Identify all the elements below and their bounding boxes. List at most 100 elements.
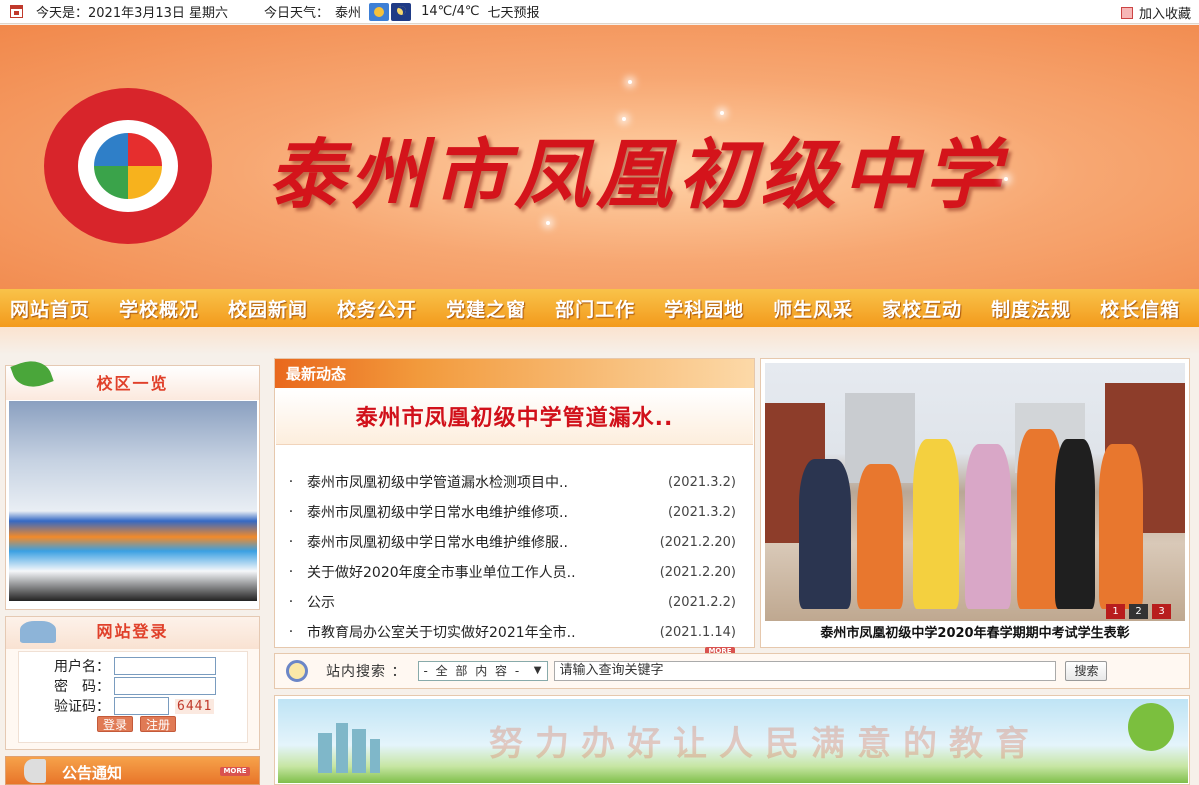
- sparkle-decoration: [1004, 177, 1008, 181]
- bullet: ·: [288, 474, 294, 490]
- photo-person: [1099, 444, 1143, 609]
- login-form: 用户名： 密 码： 验证码： 6441 登录 注册: [18, 651, 248, 743]
- news-title[interactable]: 泰州市凤凰初级中学管道漏水检测项目中..: [307, 472, 644, 492]
- bullet: ·: [288, 564, 294, 580]
- speaker-icon: [24, 759, 46, 783]
- photo-showcase-panel: 1 2 3 泰州市凤凰初级中学2020年春学期期中考试学生表彰: [760, 358, 1190, 648]
- slogan-text: 努力办好让人民满意的教育: [489, 724, 1041, 764]
- nav-teacher-student[interactable]: 师生风采: [760, 295, 866, 322]
- news-date: (2021.2.20): [659, 564, 736, 580]
- top-info-bar: 今天是：2021年3月13日 星期六 今日天气： 泰州 14℃/4℃ 七天预报 …: [0, 0, 1199, 24]
- tree-icon: [1128, 703, 1174, 751]
- nav-school-overview[interactable]: 学校概况: [106, 295, 212, 322]
- photo-person: [799, 459, 851, 609]
- search-icon: [286, 660, 308, 682]
- seven-day-forecast-link[interactable]: 七天预报: [487, 2, 539, 21]
- news-date: (2021.1.14): [659, 624, 736, 640]
- city-tower: [318, 733, 332, 773]
- nav-home-school[interactable]: 家校互动: [869, 295, 975, 322]
- captcha-label: 验证码：: [54, 699, 110, 715]
- username-row: 用户名：: [19, 656, 216, 676]
- photo-person: [913, 439, 959, 609]
- news-date: (2021.2.20): [659, 534, 736, 550]
- nav-subject-garden[interactable]: 学科园地: [651, 295, 757, 322]
- photo-person: [965, 444, 1011, 609]
- news-tab-bar: 最新动态: [275, 359, 754, 388]
- temperature: 14℃/4℃: [421, 4, 480, 19]
- notice-panel-header: 公告通知 MORE: [5, 756, 260, 785]
- search-label: 站内搜索 ：: [326, 664, 407, 680]
- sparkle-decoration: [622, 117, 626, 121]
- chevron-down-icon: ▼: [533, 665, 544, 676]
- notice-more-button[interactable]: MORE: [220, 767, 250, 776]
- news-item[interactable]: · 市教育局办公室关于切实做好2021年全市.. (2021.1.14): [275, 617, 754, 647]
- search-button[interactable]: 搜索: [1065, 661, 1108, 681]
- search-input[interactable]: 请输入查询关键字: [554, 661, 1057, 681]
- username-input[interactable]: [114, 657, 216, 675]
- tab-latest-news[interactable]: 最新动态: [275, 359, 437, 388]
- latest-news-panel: 最新动态 泰州市凤凰初级中学管道漏水.. · 泰州市凤凰初级中学管道漏水检测项目中…: [274, 358, 755, 656]
- news-title[interactable]: 泰州市凤凰初级中学日常水电维护维修服..: [307, 532, 644, 552]
- sparkle-decoration: [720, 111, 724, 115]
- site-search-bar: 站内搜索 ： - 全 部 内 容 - ▼ 请输入查询关键字 搜索: [274, 653, 1190, 689]
- news-title[interactable]: 泰州市凤凰初级中学日常水电维护维修项..: [307, 502, 644, 522]
- weather-city: 泰州: [335, 6, 362, 21]
- news-item[interactable]: · 公示 (2021.2.2): [275, 587, 754, 617]
- password-label: 密 码：: [54, 679, 110, 695]
- leaf-icon: [10, 354, 54, 394]
- news-headline[interactable]: 泰州市凤凰初级中学管道漏水..: [276, 390, 753, 445]
- bullet: ·: [288, 594, 294, 610]
- news-item[interactable]: · 泰州市凤凰初级中学日常水电维护维修项.. (2021.3.2): [275, 497, 754, 527]
- campus-photo-cafeteria[interactable]: [9, 401, 257, 601]
- city-tower: [352, 729, 366, 773]
- login-button[interactable]: 登录: [97, 716, 134, 732]
- username-label: 用户名：: [54, 659, 110, 675]
- showcase-caption[interactable]: 泰州市凤凰初级中学2020年春学期期中考试学生表彰: [761, 622, 1189, 641]
- showcase-photo[interactable]: [765, 363, 1185, 621]
- phoenix-emblem-icon: [94, 133, 162, 199]
- favorite-icon: [1120, 6, 1133, 19]
- nav-principal-mailbox[interactable]: 校长信箱: [1087, 295, 1193, 322]
- add-favorite-link[interactable]: 加入收藏: [1120, 3, 1191, 22]
- city-tower: [370, 739, 380, 773]
- add-favorite-label: 加入收藏: [1138, 7, 1191, 22]
- password-row: 密 码：: [19, 676, 216, 696]
- captcha-input[interactable]: [114, 697, 169, 715]
- slogan-banner: 努力办好让人民满意的教育: [274, 695, 1190, 785]
- night-cloud-icon: [391, 2, 412, 21]
- nav-party-building[interactable]: 党建之窗: [433, 295, 539, 322]
- bullet: ·: [288, 624, 294, 640]
- news-item[interactable]: · 泰州市凤凰初级中学管道漏水检测项目中.. (2021.3.2): [275, 467, 754, 497]
- campus-overview-panel: 校区一览: [5, 354, 260, 610]
- news-title[interactable]: 关于做好2020年度全市事业单位工作人员..: [307, 562, 644, 582]
- photo-person: [1055, 439, 1095, 609]
- nav-home[interactable]: 网站首页: [0, 295, 103, 322]
- school-logo[interactable]: [44, 88, 212, 244]
- news-date: (2021.2.2): [667, 594, 736, 610]
- slide-page-3[interactable]: 3: [1152, 604, 1171, 619]
- news-date: (2021.3.2): [667, 504, 736, 520]
- captcha-image[interactable]: 6441: [175, 698, 215, 714]
- sparkle-decoration: [546, 221, 550, 225]
- nav-school-affairs[interactable]: 校务公开: [324, 295, 430, 322]
- header-banner: 泰州市凤凰初级中学: [0, 25, 1199, 289]
- search-scope-select[interactable]: - 全 部 内 容 - ▼: [418, 661, 549, 681]
- sunny-icon: [369, 2, 390, 21]
- school-title: 泰州市凤凰初级中学: [268, 130, 1006, 219]
- slide-page-1[interactable]: 1: [1106, 604, 1125, 619]
- password-input[interactable]: [114, 677, 216, 695]
- nav-campus-news[interactable]: 校园新闻: [215, 295, 321, 322]
- news-title[interactable]: 公示: [307, 592, 644, 612]
- main-nav: 网站首页 学校概况 校园新闻 校务公开 党建之窗 部门工作 学科园地 师生风采 …: [0, 289, 1199, 327]
- nav-regulations[interactable]: 制度法规: [978, 295, 1084, 322]
- register-button[interactable]: 注册: [140, 716, 177, 732]
- news-item[interactable]: · 泰州市凤凰初级中学日常水电维护维修服.. (2021.2.20): [275, 527, 754, 557]
- search-scope-value: - 全 部 内 容 -: [423, 664, 522, 678]
- nav-department-work[interactable]: 部门工作: [542, 295, 648, 322]
- news-date: (2021.3.2): [667, 474, 736, 490]
- slide-page-2[interactable]: 2: [1129, 604, 1148, 619]
- news-item[interactable]: · 关于做好2020年度全市事业单位工作人员.. (2021.2.20): [275, 557, 754, 587]
- bullet: ·: [288, 504, 294, 520]
- news-title[interactable]: 市教育局办公室关于切实做好2021年全市..: [307, 622, 644, 642]
- login-panel-title: 网站登录: [96, 622, 169, 641]
